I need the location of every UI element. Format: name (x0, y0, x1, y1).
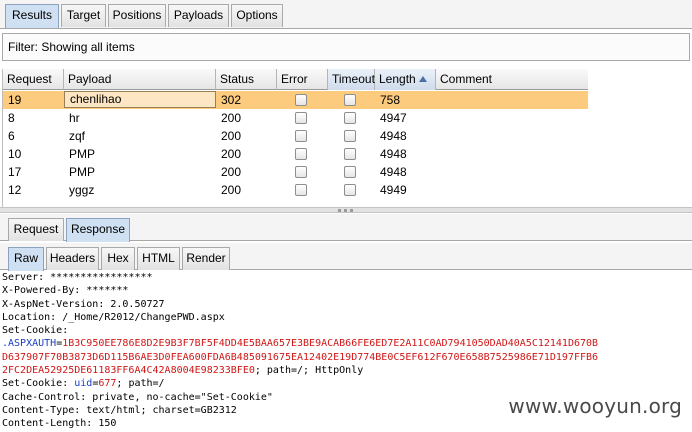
tab-options[interactable]: Options (231, 4, 283, 27)
table-empty-area (588, 69, 692, 208)
column-header-request[interactable]: Request (3, 69, 64, 90)
splitter-grip (344, 209, 347, 212)
filter-bar[interactable]: Filter: Showing all items (2, 33, 690, 61)
tab-results[interactable]: Results (5, 4, 59, 28)
error-checkbox[interactable] (295, 130, 307, 142)
response-line: Set-Cookie: (2, 325, 69, 337)
tab-hex[interactable]: Hex (101, 247, 135, 270)
cell-comment (436, 181, 588, 199)
watermark: www.wooyun.org (508, 394, 682, 418)
tab-positions[interactable]: Positions (108, 4, 166, 27)
cell-request: 8 (8, 111, 15, 125)
column-header-length-label: Length (379, 72, 416, 86)
table-row[interactable]: 6 zqf 200 4948 (3, 127, 588, 145)
cell-length: 4948 (380, 165, 407, 179)
cell-request: 12 (8, 183, 22, 197)
cell-request: 19 (8, 93, 22, 107)
tab-target[interactable]: Target (61, 4, 106, 27)
cookie-value: 2FC2DEA52925DE61183FF6A4C42A8004E98233BF… (2, 365, 255, 377)
cell-length: 4947 (380, 111, 407, 125)
column-header-length[interactable]: Length (375, 69, 436, 90)
table-header: Request Payload Status Error Timeout Len… (3, 69, 588, 90)
tab-headers[interactable]: Headers (46, 247, 99, 270)
cell-comment (436, 109, 588, 127)
cell-payload: zqf (69, 129, 86, 143)
table-row[interactable]: 19 chenlihao 302 758 (3, 91, 588, 109)
response-line: .ASPXAUTH=1B3C950EE786E8D2E9B3F7BF5F4DD4… (0, 337, 692, 350)
sort-ascending-icon (419, 76, 427, 82)
tab-html[interactable]: HTML (137, 247, 180, 270)
cell-status: 302 (221, 93, 242, 107)
view-tab-bar: Raw Headers Hex HTML Render (0, 243, 692, 271)
response-line: Set-Cookie: uid=677; path=/ (0, 377, 692, 390)
cell-comment (436, 127, 588, 145)
results-table: Request Payload Status Error Timeout Len… (2, 69, 588, 208)
pane-splitter[interactable] (0, 207, 692, 213)
column-header-status[interactable]: Status (216, 69, 277, 90)
column-header-payload[interactable]: Payload (64, 69, 216, 90)
cookie-value: D637907F70B3873D6D115B6AE3D0FEA600FDA6B4… (2, 351, 599, 363)
cell-comment (436, 163, 588, 181)
table-row[interactable]: 12 yggz 200 4949 (3, 181, 588, 199)
cell-comment (436, 145, 588, 163)
cookie-name: uid (74, 378, 93, 390)
set-cookie-prefix: Set-Cookie: (2, 378, 75, 390)
splitter-grip (338, 209, 341, 212)
cell-length: 4949 (380, 183, 407, 197)
table-row[interactable]: 8 hr 200 4947 (3, 109, 588, 127)
cookie-attributes: ; path=/ (116, 378, 165, 390)
timeout-checkbox[interactable] (344, 112, 356, 124)
timeout-checkbox[interactable] (344, 184, 356, 196)
splitter-grip (350, 209, 353, 212)
table-row[interactable]: 10 PMP 200 4948 (3, 145, 588, 163)
timeout-checkbox[interactable] (344, 94, 356, 106)
cell-payload: hr (69, 111, 80, 125)
cell-status: 200 (221, 183, 242, 197)
response-line: Server: ***************** (2, 272, 153, 283)
error-checkbox[interactable] (295, 148, 307, 160)
response-line: Content-Length: 150 (2, 418, 117, 430)
error-checkbox[interactable] (295, 94, 307, 106)
timeout-checkbox[interactable] (344, 148, 356, 160)
cell-status: 200 (221, 147, 242, 161)
cell-status: 200 (221, 129, 242, 143)
cell-payload: PMP (69, 147, 96, 161)
response-line: 2FC2DEA52925DE61183FF6A4C42A8004E98233BF… (0, 364, 692, 377)
cell-length: 758 (380, 93, 401, 107)
timeout-checkbox[interactable] (344, 130, 356, 142)
cell-status: 200 (221, 111, 242, 125)
cell-payload: PMP (69, 165, 96, 179)
error-checkbox[interactable] (295, 166, 307, 178)
cell-payload: chenlihao (64, 91, 216, 108)
error-checkbox[interactable] (295, 112, 307, 124)
response-line: X-AspNet-Version: 2.0.50727 (2, 298, 165, 310)
cookie-attributes: ; path=/; HttpOnly (254, 365, 364, 377)
response-line: X-Powered-By: ******* (2, 285, 129, 297)
cell-length: 4948 (380, 147, 407, 161)
response-line: Location: /_Home/R2012/ChangePWD.aspx (2, 311, 225, 323)
top-tab-bar: Results Target Positions Payloads Option… (0, 0, 692, 29)
column-header-error[interactable]: Error (277, 69, 328, 90)
timeout-checkbox[interactable] (344, 166, 356, 178)
cookie-value: 1B3C950EE786E8D2E9B3F7BF5F4DD4E5BAA657E3… (62, 338, 599, 350)
cookie-value: 677 (98, 378, 117, 390)
tab-raw[interactable]: Raw (8, 247, 44, 271)
cookie-name: .ASPXAUTH (2, 338, 57, 350)
tab-payloads[interactable]: Payloads (168, 4, 229, 27)
cell-status: 200 (221, 165, 242, 179)
column-header-comment[interactable]: Comment (436, 69, 588, 90)
request-response-tab-bar: Request Response (0, 214, 692, 242)
table-row[interactable]: 17 PMP 200 4948 (3, 163, 588, 181)
tab-response[interactable]: Response (66, 218, 130, 242)
cell-payload: yggz (69, 183, 95, 197)
cell-request: 17 (8, 165, 22, 179)
cell-length: 4948 (380, 129, 407, 143)
cell-request: 10 (8, 147, 22, 161)
cell-comment (436, 91, 588, 109)
error-checkbox[interactable] (295, 184, 307, 196)
tab-request[interactable]: Request (8, 218, 64, 241)
cell-request: 6 (8, 129, 15, 143)
column-header-timeout[interactable]: Timeout (328, 69, 375, 90)
tab-render[interactable]: Render (182, 247, 230, 270)
